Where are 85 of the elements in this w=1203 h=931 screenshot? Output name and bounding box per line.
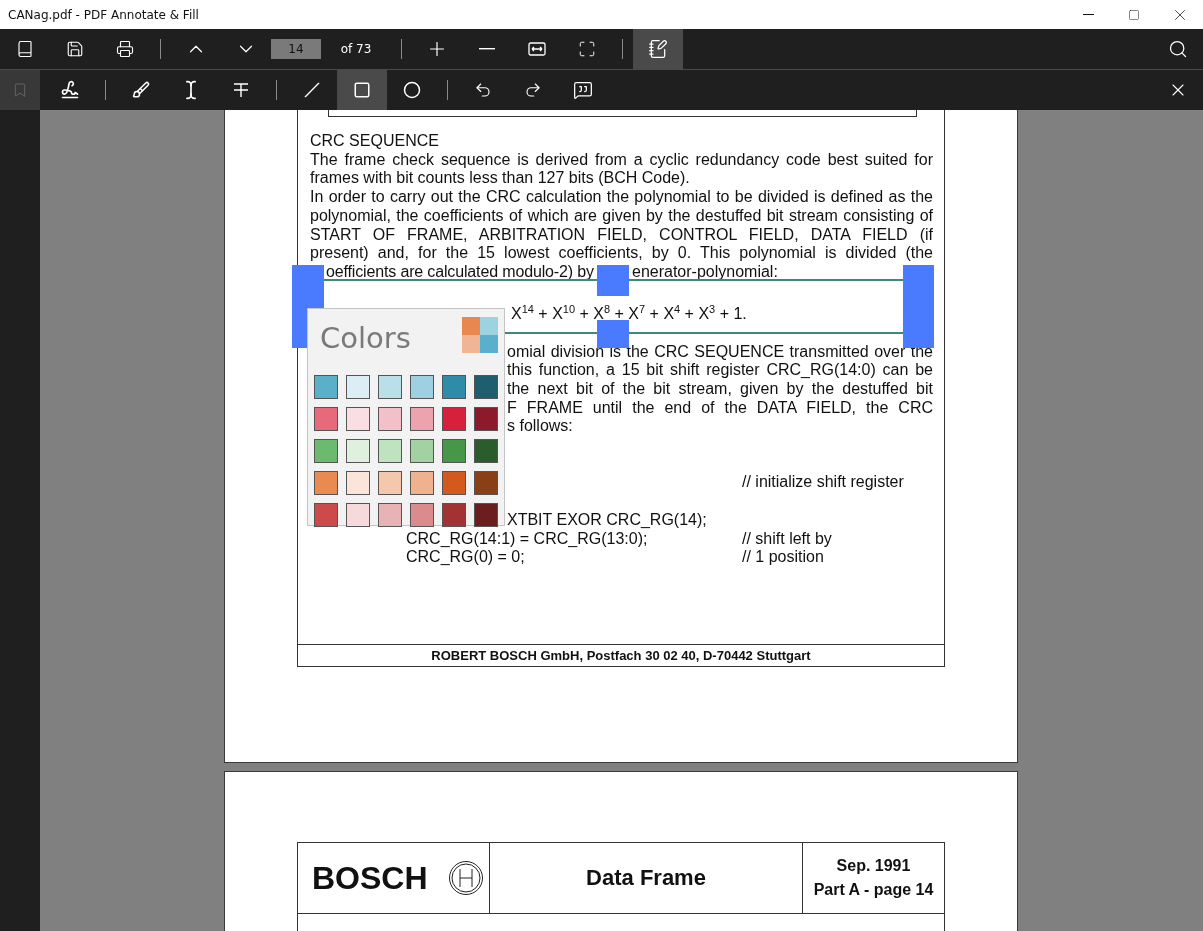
- rectangle-icon: [353, 81, 371, 99]
- color-swatch[interactable]: [474, 407, 498, 431]
- color-swatch[interactable]: [442, 407, 466, 431]
- color-swatch[interactable]: [442, 471, 466, 495]
- circle-icon: [403, 81, 421, 99]
- color-swatch[interactable]: [410, 375, 434, 399]
- color-swatch[interactable]: [474, 471, 498, 495]
- text-line: present) and, for the 15 lowest coefficients, by 0. This polynomial is divided (the: [310, 244, 933, 263]
- bookmark-icon: [12, 82, 28, 98]
- color-swatch[interactable]: [378, 407, 402, 431]
- color-swatch[interactable]: [378, 503, 402, 527]
- color-swatch[interactable]: [378, 471, 402, 495]
- polynomial-formula: X$^{14}$ + X$^{10}$ + X$^{8}$ + X$^{7}$ + X$^{4}$ + X$^{3}$ + 1.: [511, 302, 747, 325]
- text-line: In order to carry out the CRC calculation the polynomial to be divided is defined as the: [310, 188, 933, 207]
- color-swatch[interactable]: [314, 439, 338, 463]
- color-swatch[interactable]: [346, 471, 370, 495]
- save-icon: [66, 40, 84, 58]
- resize-handle[interactable]: [597, 265, 629, 296]
- color-swatch[interactable]: [346, 503, 370, 527]
- color-swatch[interactable]: [474, 439, 498, 463]
- color-swatch[interactable]: [314, 375, 338, 399]
- color-swatch[interactable]: [378, 439, 402, 463]
- code-comment: // 1 position: [742, 548, 824, 567]
- brand-name: BOSCH: [312, 859, 429, 897]
- header-page-number: Part A - page 14: [813, 881, 934, 899]
- minus-icon: [479, 48, 495, 50]
- text-line: polynomial, the coefficients of which are given by the destuffed bit stream consisting of: [310, 206, 933, 226]
- search-icon: [1168, 39, 1188, 59]
- code-line: XTBIT EXOR CRC_RG(14);: [507, 510, 708, 530]
- minimize-icon: [1082, 14, 1094, 15]
- color-swatch[interactable]: [346, 375, 370, 399]
- color-swatch[interactable]: [442, 439, 466, 463]
- text-line: the next bit of the bit stream, given by the destuffed bit: [507, 380, 933, 399]
- code-line: CRC_RG(0) = 0;: [406, 548, 526, 567]
- speech-bubble-icon: [573, 80, 593, 100]
- color-swatch[interactable]: [314, 471, 338, 495]
- redo-icon: [524, 81, 542, 99]
- maximize-icon: [1128, 8, 1140, 21]
- color-swatch[interactable]: [346, 407, 370, 431]
- color-swatch[interactable]: [346, 439, 370, 463]
- color-swatch[interactable]: [474, 503, 498, 527]
- color-swatch[interactable]: [410, 439, 434, 463]
- pen-signature-icon: [60, 80, 80, 100]
- color-swatch[interactable]: [442, 375, 466, 399]
- color-swatch[interactable]: [442, 503, 466, 527]
- resize-handle[interactable]: [903, 265, 934, 348]
- code-line: CRC_RG(14:1) = CRC_RG(13:0);: [406, 529, 649, 549]
- page-count: of 73: [339, 42, 373, 56]
- color-palette-icon: [462, 317, 498, 353]
- code-comment: // shift left by: [742, 529, 832, 549]
- undo-icon: [474, 81, 492, 99]
- text-line: The frame check sequence is derived from a cyclic redundancy code best suited for: [310, 150, 933, 170]
- color-swatch[interactable]: [474, 375, 498, 399]
- strikethrough-icon: [232, 81, 250, 99]
- printer-icon: [116, 40, 134, 58]
- text-line: START OF FRAME, ARBITRATION FIELD, CONTROL FIELD, DATA FIELD (if: [310, 225, 933, 245]
- fit-width-icon: [528, 42, 546, 56]
- header-date: Sep. 1991: [836, 857, 911, 875]
- line-icon: [304, 82, 320, 98]
- circle-logo-icon: [448, 860, 484, 896]
- page-footer: ROBERT BOSCH GmbH, Postfach 30 02 40, D-70442 Stuttgart: [431, 648, 811, 663]
- rectangle-tool[interactable]: [337, 70, 387, 110]
- color-swatch[interactable]: [378, 375, 402, 399]
- popup-title: Colors: [320, 321, 411, 355]
- window-title: CANag.pdf - PDF Annotate & Fill: [8, 7, 200, 22]
- page-number-field[interactable]: 14: [271, 39, 321, 59]
- text-line-fragment: oefficients are calculated modulo-2) by: [326, 262, 594, 282]
- section-heading: CRC SEQUENCE: [310, 132, 440, 151]
- brush-icon: [132, 81, 150, 99]
- color-swatch[interactable]: [314, 503, 338, 527]
- color-swatch[interactable]: [314, 407, 338, 431]
- text-line-fragment: enerator-polynomial:: [632, 262, 778, 282]
- text-line: s follows:: [507, 417, 574, 437]
- color-swatch[interactable]: [410, 503, 434, 527]
- code-comment: // initialize shift register: [742, 473, 905, 492]
- annotate-button[interactable]: [633, 29, 683, 69]
- color-swatch[interactable]: [410, 407, 434, 431]
- text-line: frames with bit counts less than 127 bits (BCH Code).: [310, 169, 691, 189]
- notepad-pen-icon: [648, 39, 668, 59]
- fullscreen-icon: [578, 40, 596, 58]
- text-line: F FRAME until the end of the DATA FIELD, the CRC: [507, 398, 933, 418]
- header-title: Data Frame: [586, 865, 706, 891]
- color-swatch[interactable]: [410, 471, 434, 495]
- text-line: this function, a 15 bit shift register CRC_RG(14:0) can be: [507, 361, 933, 380]
- book-icon: [16, 40, 34, 58]
